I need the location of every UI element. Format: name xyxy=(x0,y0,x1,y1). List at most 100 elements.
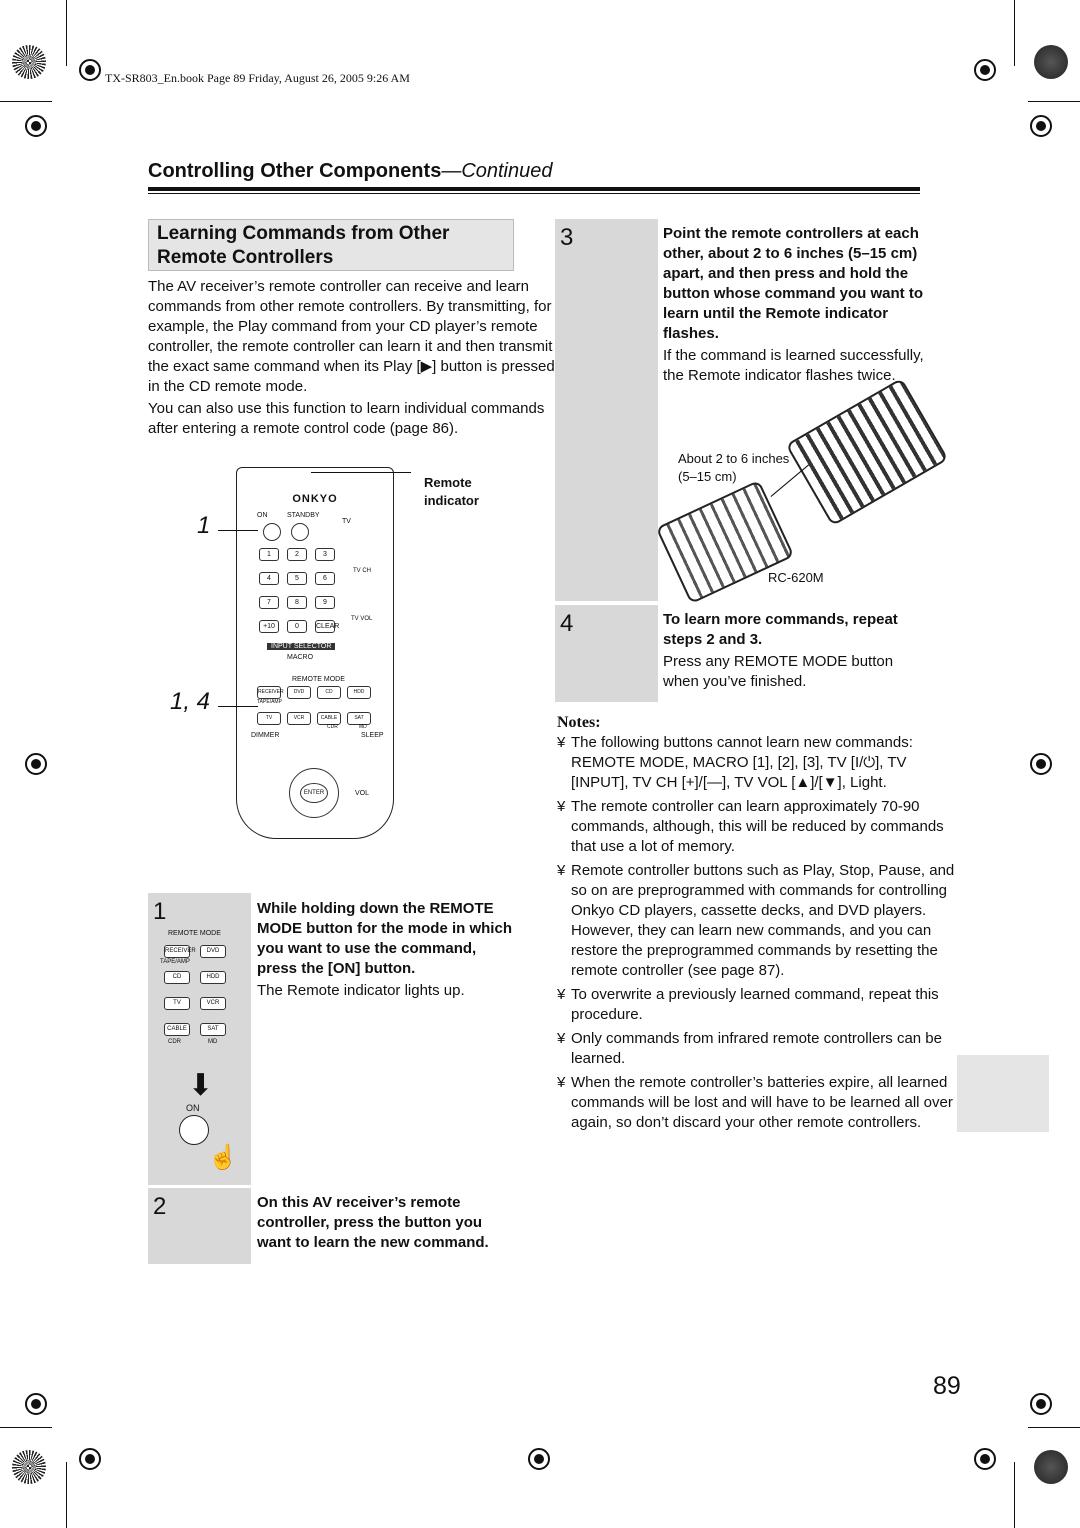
mode-button[interactable]: VCR xyxy=(287,712,311,725)
step-4-panel: 4 xyxy=(555,605,658,702)
book-file-line: TX-SR803_En.book Page 89 Friday, August … xyxy=(105,71,410,85)
crosshair-icon xyxy=(974,1448,996,1470)
mode-button[interactable]: RECEIVER xyxy=(257,686,284,699)
step-1-instruction: While holding down the REMOTE MODE butto… xyxy=(257,900,512,977)
manual-page: TX-SR803_En.book Page 89 Friday, August … xyxy=(0,0,1080,1528)
step-2-panel: 2 xyxy=(148,1188,251,1264)
number-key[interactable]: 5 xyxy=(287,572,307,585)
crosshair-icon xyxy=(1030,753,1052,775)
note-item: ¥ Remote controller buttons such as Play,… xyxy=(557,861,965,981)
registration-burst-icon xyxy=(12,45,46,79)
enter-button[interactable]: ENTER xyxy=(300,783,328,803)
number-key[interactable]: 7 xyxy=(259,596,279,609)
number-key[interactable]: +10 xyxy=(259,620,279,633)
cdr-label: CDR xyxy=(327,724,338,730)
model-label: RC-620M xyxy=(768,570,824,585)
step-number: 3 xyxy=(560,224,574,251)
note-item: ¥ The remote controller can learn approxi… xyxy=(557,797,965,857)
cdr-label: CDR xyxy=(168,1039,181,1045)
brand-logo: ONKYO xyxy=(292,493,338,505)
mode-button: DVD xyxy=(200,945,226,958)
number-key[interactable]: 3 xyxy=(315,548,335,561)
crosshair-icon xyxy=(25,115,47,137)
number-key[interactable]: 0 xyxy=(287,620,307,633)
step-3-instruction: Point the remote controllers at each oth… xyxy=(663,225,923,342)
note-text: The remote controller can learn approxim… xyxy=(571,798,944,855)
mode-button[interactable]: DVD xyxy=(287,686,311,699)
tape-amp-label: TAPE/AMP xyxy=(160,959,190,965)
remote-mode-label: REMOTE MODE xyxy=(168,930,221,937)
mode-button: RECEIVER xyxy=(164,945,196,958)
crosshair-icon xyxy=(1030,1393,1052,1415)
step-number: 4 xyxy=(560,610,574,637)
standby-button[interactable] xyxy=(291,523,309,541)
number-key[interactable]: 2 xyxy=(287,548,307,561)
notes-list: ¥ The following buttons cannot learn new … xyxy=(557,733,965,1137)
sleep-label: SLEEP xyxy=(361,732,384,739)
mode-button[interactable]: HDD xyxy=(347,686,371,699)
remote-illustration: ONKYO ON STANDBY TV 1 2 3 4 5 6 7 8 9 +10 0 CLEAR T… xyxy=(236,467,394,839)
remote-indicator-label: Remote indicator xyxy=(424,475,479,508)
mode-button: CABLE xyxy=(164,1023,190,1036)
mode-button: VCR xyxy=(200,997,226,1010)
mode-button: HDD xyxy=(200,971,226,984)
note-text: Remote controller buttons such as Play, … xyxy=(571,862,955,979)
crosshair-icon xyxy=(528,1448,550,1470)
vol-label: VOL xyxy=(355,790,370,797)
rc-620m-illustration xyxy=(655,479,795,605)
step-number: 1 xyxy=(153,898,167,925)
bullet-icon: ¥ xyxy=(557,986,566,1003)
mode-button[interactable]: CD xyxy=(317,686,341,699)
standby-label: STANDBY xyxy=(287,512,320,519)
note-text: Only commands from infrared remote contr… xyxy=(571,1030,942,1067)
cursor-pad[interactable]: ENTER xyxy=(289,768,339,818)
bullet-icon: ¥ xyxy=(557,1030,566,1047)
crosshair-icon xyxy=(1030,115,1052,137)
step-number: 2 xyxy=(153,1193,167,1220)
number-keypad: 1 2 3 4 5 6 7 8 9 +10 0 CLEAR xyxy=(259,548,369,648)
registration-burst-icon xyxy=(1034,1450,1068,1484)
macro-label: MACRO xyxy=(287,654,314,661)
mode-button: SAT xyxy=(200,1023,226,1036)
bullet-icon: ¥ xyxy=(557,862,566,879)
page-number: 89 xyxy=(933,1372,961,1400)
title-rule xyxy=(148,193,920,194)
on-label: ON xyxy=(186,1103,200,1113)
number-key[interactable]: 9 xyxy=(315,596,335,609)
note-text: When the remote controller’s batteries e… xyxy=(571,1074,953,1131)
md-label: MD xyxy=(359,724,367,730)
remote-mode-buttons: RECEIVER DVD CD HDD TV VCR CABLE SAT xyxy=(257,686,377,726)
note-text: The following buttons cannot learn new c… xyxy=(571,734,913,791)
input-selector-label: INPUT SELECTOR xyxy=(267,643,336,650)
number-key[interactable]: CLEAR xyxy=(315,620,339,633)
number-key[interactable]: 4 xyxy=(259,572,279,585)
side-tab xyxy=(957,1055,1049,1132)
mode-button: TV xyxy=(164,997,190,1010)
registration-burst-icon xyxy=(1034,45,1068,79)
crosshair-icon xyxy=(79,1448,101,1470)
hand-pointer-icon: ☝ xyxy=(208,1144,238,1171)
note-item: ¥ The following buttons cannot learn new … xyxy=(557,733,965,793)
callout-1: 1 xyxy=(197,512,211,539)
mode-button[interactable]: TV xyxy=(257,712,281,725)
notes-heading: Notes: xyxy=(557,714,601,731)
number-key[interactable]: 1 xyxy=(259,548,279,561)
section-heading: Learning Commands from Other Remote Cont… xyxy=(148,219,514,271)
note-item: ¥ To overwrite a previously learned comma… xyxy=(557,985,965,1025)
number-key[interactable]: 8 xyxy=(287,596,307,609)
on-label: ON xyxy=(257,512,268,519)
on-button xyxy=(179,1115,209,1145)
distance-label: About 2 to 6 inches (5–15 cm) xyxy=(678,451,790,484)
crosshair-icon xyxy=(79,59,101,81)
bullet-icon: ¥ xyxy=(557,798,566,815)
tv-ch-label: TV CH xyxy=(353,568,371,574)
registration-burst-icon xyxy=(12,1450,46,1484)
number-key[interactable]: 6 xyxy=(315,572,335,585)
remote-mode-label: REMOTE MODE xyxy=(292,676,345,683)
page-title: Controlling Other Components—Continued xyxy=(148,160,553,182)
crosshair-icon xyxy=(25,753,47,775)
bullet-icon: ¥ xyxy=(557,734,566,751)
title-rule xyxy=(148,187,920,191)
step-4-instruction: To learn more commands, repeat steps 2 a… xyxy=(663,611,898,648)
on-button[interactable] xyxy=(263,523,281,541)
